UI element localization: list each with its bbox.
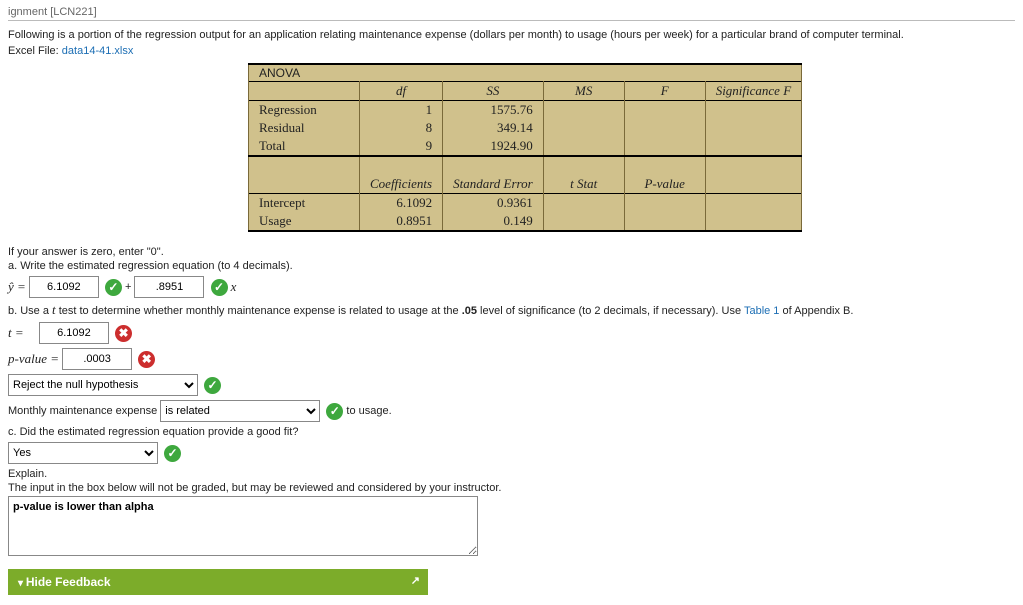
goodfit-row: Yes ✓ <box>8 442 1015 464</box>
part-b-mid: test to determine whether monthly mainte… <box>56 305 462 317</box>
anova-regression-label: Regression <box>249 101 360 120</box>
t-label: t = <box>8 325 24 340</box>
related-row: Monthly maintenance expense is related ✓… <box>8 400 1015 422</box>
t-stat-row: t = ✖ <box>8 322 1015 344</box>
divider <box>8 20 1015 21</box>
coef-intercept-se: 0.9361 <box>443 194 544 213</box>
problem-intro: Following is a portion of the regression… <box>8 29 1015 41</box>
coef-header-tstat: t Stat <box>543 175 624 194</box>
table1-link[interactable]: Table 1 <box>744 305 779 317</box>
part-b-post: level of significance (to 2 decimals, if… <box>477 305 744 317</box>
coef-usage-coef: 0.8951 <box>360 212 443 231</box>
anova-residual-label: Residual <box>249 119 360 137</box>
anova-header-f: F <box>624 82 705 101</box>
explain-note: The input in the box below will not be g… <box>8 482 1015 494</box>
part-c-label: c. Did the estimated regression equation… <box>8 426 1015 438</box>
anova-table: ANOVA df SS MS F Significance F Regressi… <box>248 63 802 232</box>
anova-total-df: 9 <box>360 137 443 156</box>
part-a-label: a. Write the estimated regression equati… <box>8 260 1015 272</box>
anova-residual-df: 8 <box>360 119 443 137</box>
coef-usage-label: Usage <box>249 212 360 231</box>
part-b-alpha: .05 <box>462 305 477 317</box>
check-icon: ✓ <box>204 377 221 394</box>
reject-row: Reject the null hypothesis ✓ <box>8 374 1015 396</box>
anova-header-blank <box>249 82 360 101</box>
yhat-label: ŷ = <box>8 279 26 294</box>
part-b-pre: b. Use a <box>8 305 52 317</box>
regression-equation-row: ŷ = ✓ + ✓ x <box>8 276 1015 298</box>
anova-table-wrap: ANOVA df SS MS F Significance F Regressi… <box>248 63 1015 232</box>
pvalue-row: p-value = ✖ <box>8 348 1015 370</box>
anova-header-df: df <box>360 82 443 101</box>
check-icon: ✓ <box>326 403 343 420</box>
part-b-label: b. Use a t test to determine whether mon… <box>8 302 1015 318</box>
appendixb-label: of Appendix B. <box>779 305 853 317</box>
anova-header-sigf: Significance F <box>705 82 801 101</box>
check-icon: ✓ <box>211 279 228 296</box>
coef-intercept-coef: 6.1092 <box>360 194 443 213</box>
excel-file-row: Excel File: data14-41.xlsx <box>8 45 1015 57</box>
t-value-input[interactable] <box>39 322 109 344</box>
zero-note: If your answer is zero, enter "0". <box>8 246 1015 258</box>
anova-header-ss: SS <box>443 82 544 101</box>
plus-label: + <box>125 281 134 293</box>
coef-header-pval: P-value <box>624 175 705 194</box>
excel-file-link[interactable]: data14-41.xlsx <box>62 45 134 57</box>
related-select[interactable]: is related <box>160 400 320 422</box>
coef-header-se: Standard Error <box>443 175 544 194</box>
coef-usage-se: 0.149 <box>443 212 544 231</box>
coef-intercept-label: Intercept <box>249 194 360 213</box>
excel-file-label: Excel File: <box>8 45 62 57</box>
anova-regression-df: 1 <box>360 101 443 120</box>
anova-title: ANOVA <box>249 64 802 82</box>
reject-select[interactable]: Reject the null hypothesis <box>8 374 198 396</box>
explain-label: Explain. <box>8 468 1015 480</box>
hide-feedback-button[interactable]: Hide Feedback <box>8 569 428 595</box>
pvalue-label: p-value = <box>8 351 59 366</box>
anova-total-ss: 1924.90 <box>443 137 544 156</box>
goodfit-select[interactable]: Yes <box>8 442 158 464</box>
anova-regression-ss: 1575.76 <box>443 101 544 120</box>
cross-icon: ✖ <box>115 325 132 342</box>
x-label: x <box>231 279 237 294</box>
monthly-pre-label: Monthly maintenance expense <box>8 405 160 417</box>
check-icon: ✓ <box>164 445 181 462</box>
coef-header-coef: Coefficients <box>360 175 443 194</box>
pvalue-input[interactable] <box>62 348 132 370</box>
coef-header-blank <box>249 175 360 194</box>
anova-total-label: Total <box>249 137 360 156</box>
monthly-post-label: to usage. <box>346 405 391 417</box>
anova-residual-ss: 349.14 <box>443 119 544 137</box>
cross-icon: ✖ <box>138 351 155 368</box>
breadcrumb: ignment [LCN221] <box>8 6 1015 18</box>
explain-textarea[interactable]: p-value is lower than alpha <box>8 496 478 556</box>
b1-input[interactable] <box>134 276 204 298</box>
check-icon: ✓ <box>105 279 122 296</box>
b0-input[interactable] <box>29 276 99 298</box>
anova-header-ms: MS <box>543 82 624 101</box>
